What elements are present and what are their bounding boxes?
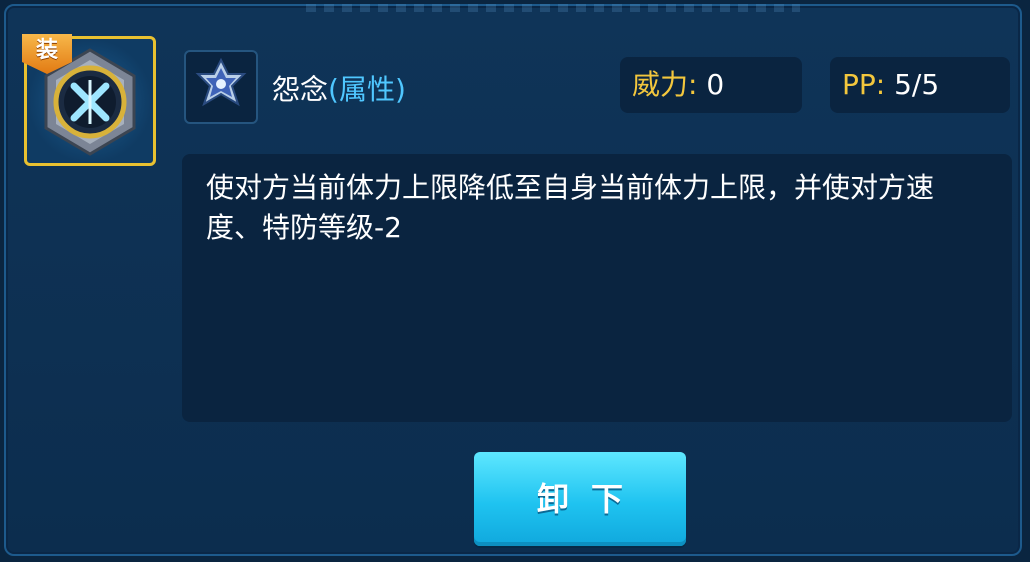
skill-type-icon-box — [184, 50, 258, 124]
pp-stat: PP: 5/5 — [830, 57, 1010, 113]
power-value: 0 — [706, 68, 725, 101]
hex-star-icon — [195, 57, 247, 107]
skill-description: 使对方当前体力上限降低至自身当前体力上限，并使对方速度、特防等级-2 — [182, 154, 1012, 422]
skill-name: 怨念(属性) — [272, 68, 406, 108]
pp-value: 5/5 — [894, 68, 940, 101]
unequip-button[interactable]: 卸下 — [474, 452, 686, 546]
pp-label: PP: — [842, 68, 886, 101]
power-label: 威力: — [632, 68, 698, 101]
skill-attribute-link[interactable]: (属性) — [328, 73, 406, 106]
skill-name-text: 怨念 — [272, 73, 329, 106]
power-stat: 威力: 0 — [620, 57, 802, 113]
